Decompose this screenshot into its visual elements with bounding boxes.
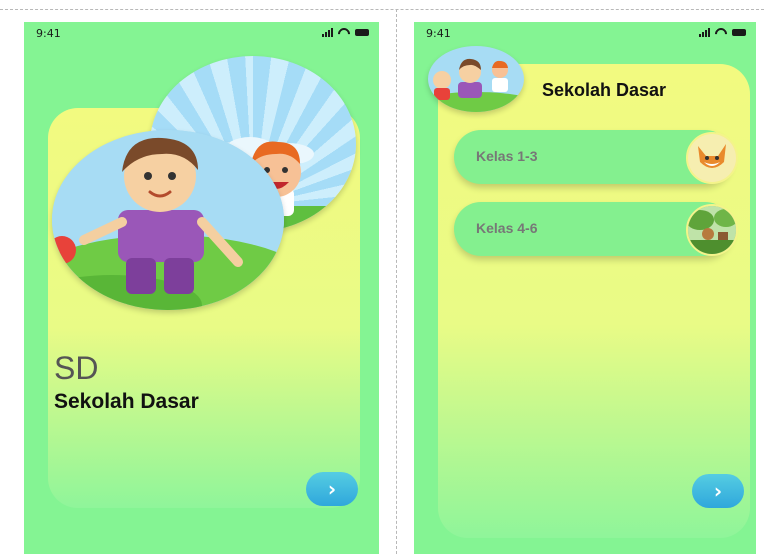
class-option-4-6[interactable]: Kelas 4-6 xyxy=(454,202,738,256)
status-bar: 9:41 xyxy=(24,22,379,44)
battery-icon xyxy=(355,29,369,36)
status-bar: 9:41 xyxy=(414,22,756,44)
wifi-icon xyxy=(338,28,350,37)
next-button[interactable]: › xyxy=(692,474,744,508)
class-option-1-3[interactable]: Kelas 1-3 xyxy=(454,130,738,184)
school-level-title: Sekolah Dasar xyxy=(54,390,199,413)
chevron-right-icon: › xyxy=(713,479,723,503)
status-time: 9:41 xyxy=(36,27,61,40)
illustration-circle-large xyxy=(52,130,284,310)
jungle-thumbnail xyxy=(686,204,738,256)
wifi-icon xyxy=(715,28,727,37)
class-option-label: Kelas 4-6 xyxy=(476,220,538,236)
phone-screen-classes: 9:41 Sekolah Dasar Kelas 1-3 Kelas 4-6 › xyxy=(414,22,756,554)
battery-icon xyxy=(732,29,746,36)
boy-illustration xyxy=(52,130,284,310)
header-avatar-illustration xyxy=(428,46,524,112)
fox-thumbnail xyxy=(686,132,738,184)
next-button[interactable]: › xyxy=(306,472,358,506)
school-abbreviation: SD xyxy=(54,350,99,386)
phone-screen-intro: 9:41 SD Sekolah Dasar › xyxy=(24,22,379,554)
kids-illustration xyxy=(428,58,524,112)
status-time: 9:41 xyxy=(426,27,451,40)
page-title: Sekolah Dasar xyxy=(542,80,667,100)
fox-illustration xyxy=(688,134,736,182)
signal-icon xyxy=(699,28,710,37)
chevron-right-icon: › xyxy=(327,477,337,501)
class-option-label: Kelas 1-3 xyxy=(476,148,538,164)
jungle-illustration xyxy=(688,206,736,254)
signal-icon xyxy=(322,28,333,37)
